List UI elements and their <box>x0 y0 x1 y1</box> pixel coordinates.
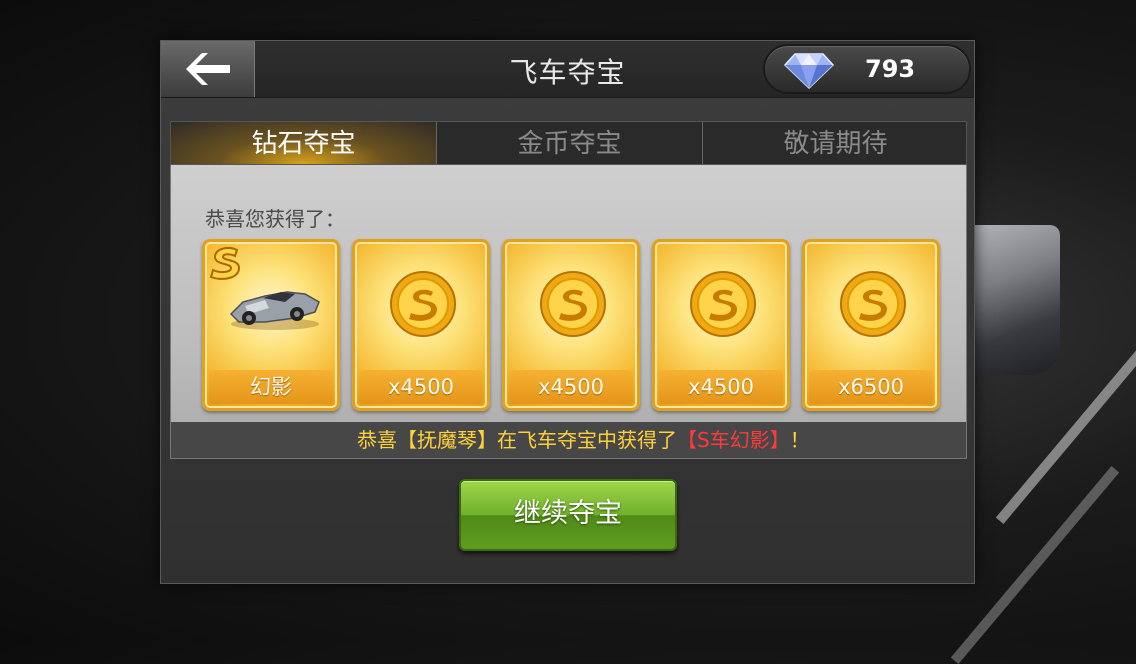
congrats-text: 恭喜您获得了： <box>205 207 345 231</box>
ticker-end: ！ <box>789 428 810 452</box>
reward-label: x4500 <box>509 370 633 404</box>
treasure-panel: 飞车夺宝 793 钻石夺宝 金币夺宝 敬请期待 恭喜您获得了： 幻影 x4500… <box>160 40 975 584</box>
coin-icon <box>390 271 456 337</box>
ticker-message: 恭喜【抚魔琴】在飞车夺宝中获得了【S车幻影】！ <box>357 422 810 458</box>
continue-treasure-button[interactable]: 继续夺宝 <box>459 479 677 551</box>
ticker-text: 恭喜【抚魔琴】在飞车夺宝中获得了 <box>357 428 677 452</box>
background-road-stripe <box>950 466 1120 664</box>
tab-coin-treasure[interactable]: 金币夺宝 <box>437 122 703 164</box>
car-icon <box>229 291 320 330</box>
reward-label: x4500 <box>659 370 783 404</box>
reward-label: x4500 <box>359 370 483 404</box>
announcement-ticker: 恭喜【抚魔琴】在飞车夺宝中获得了【S车幻影】！ <box>171 422 966 458</box>
reward-card: x4500 <box>502 239 640 411</box>
reward-card: x6500 <box>802 239 940 411</box>
reward-card: 幻影 <box>202 239 340 411</box>
coin-icon <box>690 271 756 337</box>
tab-diamond-treasure[interactable]: 钻石夺宝 <box>171 122 437 164</box>
reward-label: x6500 <box>809 370 933 404</box>
s-rank-badge-icon <box>209 247 241 280</box>
coin-icon <box>540 271 606 337</box>
coin-icon <box>840 271 906 337</box>
ticker-prize: 【S车幻影】 <box>677 428 790 452</box>
tab-bar: 钻石夺宝 金币夺宝 敬请期待 <box>170 121 967 165</box>
rewards-area: 恭喜您获得了： 幻影 x4500 x4500 x4500 x6500 恭喜【抚魔… <box>170 165 967 459</box>
diamond-count: 793 <box>865 55 916 83</box>
diamond-icon <box>783 53 835 90</box>
tab-coming-soon[interactable]: 敬请期待 <box>703 122 968 164</box>
reward-card: x4500 <box>652 239 790 411</box>
reward-card: x4500 <box>352 239 490 411</box>
top-bar: 飞车夺宝 793 <box>161 41 974 98</box>
diamond-balance: 793 <box>763 44 971 94</box>
reward-label: 幻影 <box>209 370 333 404</box>
